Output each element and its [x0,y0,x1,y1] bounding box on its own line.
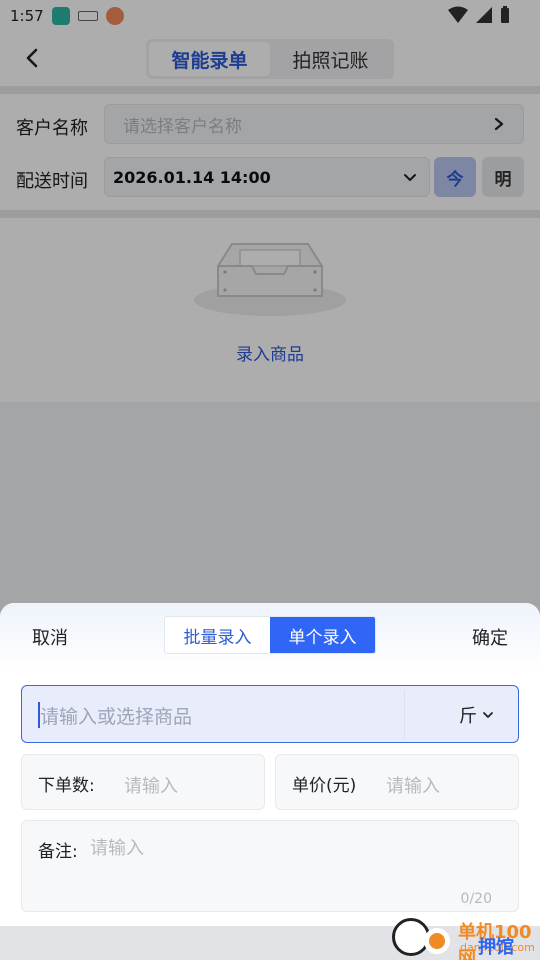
entry-mode-toggle: 批量录入 单个录入 [164,616,376,654]
product-entry-sheet: 取消 批量录入 单个录入 确定 请输入或选择商品 斤 下单数: 请输入 单价(元… [0,603,540,960]
tab-single-entry[interactable]: 单个录入 [270,617,375,653]
tab-batch-entry[interactable]: 批量录入 [165,617,270,653]
chevron-down-icon [483,712,493,718]
remark-label: 备注: [38,842,78,862]
quantity-placeholder: 请输入 [124,776,178,797]
unit-value: 斤 [459,706,477,727]
remark-placeholder: 请输入 [90,838,144,859]
watermark-dot-icon [424,928,450,954]
unit-select[interactable]: 斤 [459,702,495,728]
unit-divider [404,690,405,740]
confirm-button[interactable]: 确定 [472,624,508,650]
quantity-label: 下单数: [38,776,95,796]
remark-char-counter: 0/20 [460,891,492,907]
cancel-button[interactable]: 取消 [32,624,68,650]
price-label: 单价(元) [292,776,357,796]
quantity-field[interactable]: 下单数: 请输入 [21,754,265,810]
remark-field[interactable]: 备注: 请输入 0/20 [21,820,519,912]
product-placeholder: 请输入或选择商品 [40,706,193,728]
product-search-input[interactable]: 请输入或选择商品 斤 [21,685,519,743]
unit-price-field[interactable]: 单价(元) 请输入 [275,754,519,810]
watermark-overlay-text: 押馆 [478,937,514,958]
price-placeholder: 请输入 [386,776,440,797]
